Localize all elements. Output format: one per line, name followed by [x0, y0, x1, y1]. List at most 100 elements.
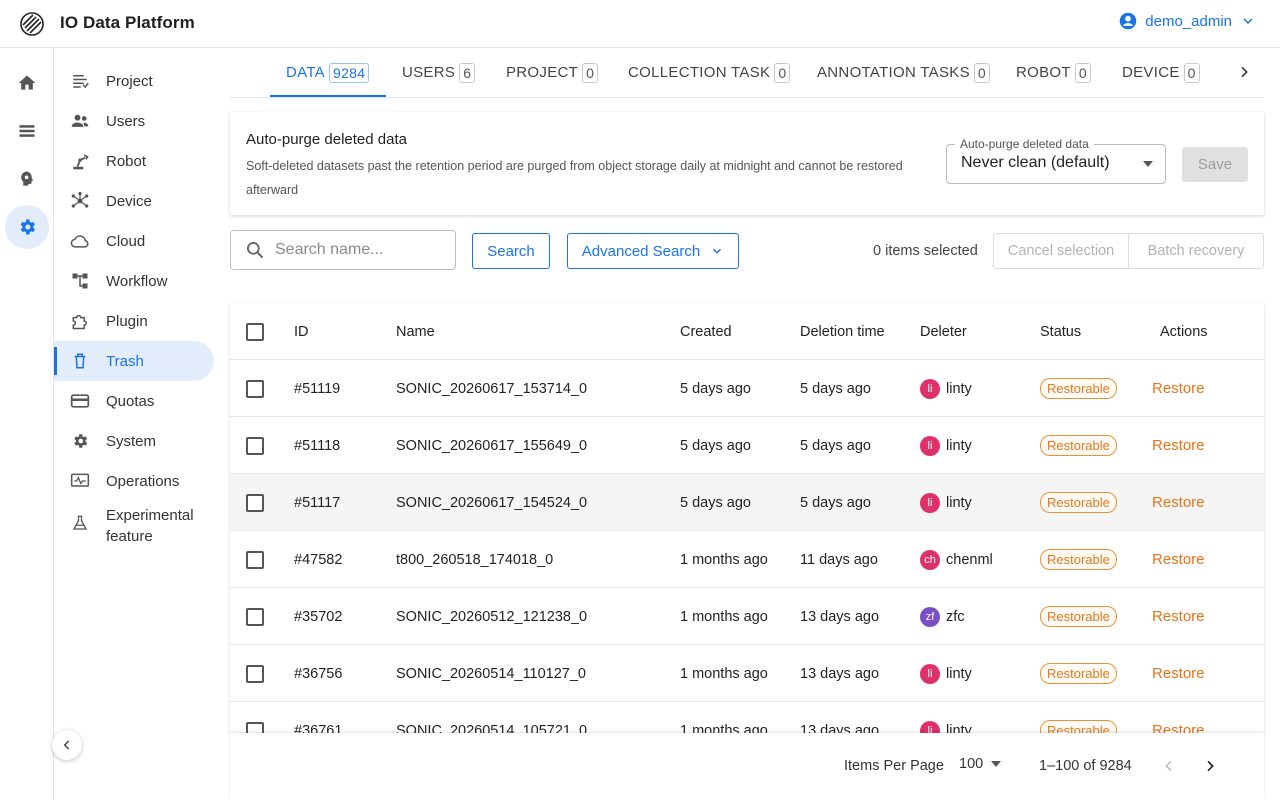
batch-recovery-button[interactable]: Batch recovery — [1128, 234, 1263, 268]
row-deletion-time: 13 days ago — [800, 608, 880, 625]
deleter-name: linty — [946, 380, 972, 397]
sidebar-item-project[interactable]: Project — [54, 61, 214, 101]
rail-home[interactable] — [5, 61, 49, 105]
row-checkbox[interactable] — [246, 436, 264, 455]
items-per-page-label: Items Per Page — [844, 758, 944, 774]
user-menu[interactable]: demo_admin — [1119, 12, 1256, 30]
tab-count: 9284 — [328, 62, 370, 83]
row-created: 5 days ago — [680, 437, 751, 454]
table-row[interactable]: #35702 SONIC_20260512_121238_0 1 months … — [230, 588, 1264, 645]
rail-list[interactable] — [5, 109, 49, 153]
sidebar-item-label: Workflow — [106, 272, 168, 290]
table-row[interactable]: #51118 SONIC_20260617_155649_0 5 days ag… — [230, 417, 1264, 474]
sidebar-item-label: Device — [106, 192, 152, 210]
rail-brain[interactable] — [5, 157, 49, 201]
row-created: 5 days ago — [680, 380, 751, 397]
sidebar-item-cloud[interactable]: Cloud — [54, 221, 214, 261]
sidebar-item-device[interactable]: Device — [54, 181, 214, 221]
entity-tabs: DATA 9284 USERS 6 PROJECT 0 COLLECTION T… — [230, 48, 1264, 98]
tab-collection-task[interactable]: COLLECTION TASK 0 — [628, 48, 791, 97]
column-header-id[interactable]: ID — [294, 303, 309, 360]
auto-purge-select-label: Auto-purge deleted data — [955, 137, 1094, 151]
previous-page-button[interactable] — [1157, 754, 1181, 778]
row-checkbox[interactable] — [246, 607, 264, 626]
plugin-icon — [70, 311, 90, 331]
sidebar-item-trash[interactable]: Trash — [54, 341, 214, 381]
save-button[interactable]: Save — [1182, 147, 1248, 182]
tab-users[interactable]: USERS 6 — [402, 48, 476, 97]
sidebar-item-system[interactable]: System — [54, 421, 214, 461]
sidebar-item-experimental[interactable]: Experimental feature — [54, 501, 214, 551]
sidebar-item-workflow[interactable]: Workflow — [54, 261, 214, 301]
search-field[interactable] — [230, 230, 456, 270]
sidebar-item-users[interactable]: Users — [54, 101, 214, 141]
sidebar-item-operations[interactable]: Operations — [54, 461, 214, 501]
tab-device[interactable]: DEVICE 0 — [1122, 48, 1200, 97]
logo-icon[interactable] — [20, 12, 44, 36]
table-row[interactable]: #47582 t800_260518_174018_0 1 months ago… — [230, 531, 1264, 588]
column-header-name[interactable]: Name — [396, 303, 435, 360]
list-icon — [17, 121, 37, 141]
collapse-sidebar-button[interactable] — [52, 730, 82, 760]
row-checkbox[interactable] — [246, 493, 264, 512]
items-per-page-select[interactable]: 100 — [959, 756, 1002, 772]
restore-button[interactable]: Restore — [1152, 722, 1205, 733]
chevron-down-icon — [710, 244, 724, 258]
tab-robot[interactable]: ROBOT 0 — [1016, 48, 1091, 97]
select-all-checkbox[interactable] — [246, 322, 264, 341]
tab-count: 0 — [1183, 62, 1200, 83]
deleter-name: chenml — [946, 551, 993, 568]
table-header: ID Name Created Deletion time Deleter St… — [230, 303, 1264, 360]
column-header-created[interactable]: Created — [680, 303, 732, 360]
column-header-status[interactable]: Status — [1040, 303, 1081, 360]
sidebar-item-quotas[interactable]: Quotas — [54, 381, 214, 421]
tab-annotation-tasks[interactable]: ANNOTATION TASKS 0 — [817, 48, 990, 97]
sidebar-item-robot[interactable]: Robot — [54, 141, 214, 181]
tab-data[interactable]: DATA 9284 — [286, 48, 370, 97]
sidebar-item-label: Robot — [106, 152, 147, 170]
row-checkbox[interactable] — [246, 664, 264, 683]
row-checkbox[interactable] — [246, 379, 264, 398]
column-header-deletion-time[interactable]: Deletion time — [800, 303, 885, 360]
monitor-icon — [70, 471, 90, 491]
restore-button[interactable]: Restore — [1152, 494, 1205, 511]
restore-button[interactable]: Restore — [1152, 380, 1205, 397]
row-checkbox[interactable] — [246, 550, 264, 569]
cancel-selection-button[interactable]: Cancel selection — [994, 234, 1128, 268]
chevron-down-icon — [1240, 13, 1256, 29]
next-page-button[interactable] — [1198, 754, 1222, 778]
table-row[interactable]: #36756 SONIC_20260514_110127_0 1 months … — [230, 645, 1264, 702]
advanced-search-button[interactable]: Advanced Search — [567, 233, 739, 269]
chevron-left-icon — [1161, 758, 1177, 774]
sidebar-item-label: Plugin — [106, 312, 148, 330]
table-row[interactable]: #51119 SONIC_20260617_153714_0 5 days ag… — [230, 360, 1264, 417]
credit-card-icon — [70, 391, 90, 411]
column-header-deleter[interactable]: Deleter — [920, 303, 967, 360]
tab-label: ANNOTATION TASKS — [817, 64, 970, 81]
search-input[interactable] — [275, 241, 445, 259]
table-row[interactable]: #36761 SONIC_20260514_105721_0 1 months … — [230, 702, 1264, 733]
tab-count: 0 — [582, 62, 599, 83]
row-id: #51118 — [294, 437, 341, 454]
row-created: 1 months ago — [680, 722, 768, 734]
sidebar-item-label: Trash — [106, 352, 144, 370]
sidebar-item-plugin[interactable]: Plugin — [54, 301, 214, 341]
gear-icon — [70, 431, 90, 451]
avatar: ch — [920, 549, 940, 570]
restore-button[interactable]: Restore — [1152, 665, 1205, 682]
sidebar-item-label: Project — [106, 72, 153, 90]
rail-settings[interactable] — [5, 205, 49, 249]
tab-label: ROBOT — [1016, 64, 1071, 81]
auto-purge-select[interactable]: Auto-purge deleted data Never clean (def… — [946, 137, 1166, 184]
table-row[interactable]: #51117 SONIC_20260617_154524_0 5 days ag… — [230, 474, 1264, 531]
deleter-name: linty — [946, 494, 972, 511]
restore-button[interactable]: Restore — [1152, 437, 1205, 454]
tab-project[interactable]: PROJECT 0 — [506, 48, 599, 97]
restore-button[interactable]: Restore — [1152, 608, 1205, 625]
cloud-icon — [70, 231, 90, 251]
row-checkbox[interactable] — [246, 721, 264, 733]
advanced-search-label: Advanced Search — [581, 242, 701, 260]
tabs-scroll-right-button[interactable] — [1232, 60, 1256, 84]
restore-button[interactable]: Restore — [1152, 551, 1205, 568]
search-button[interactable]: Search — [472, 233, 550, 269]
